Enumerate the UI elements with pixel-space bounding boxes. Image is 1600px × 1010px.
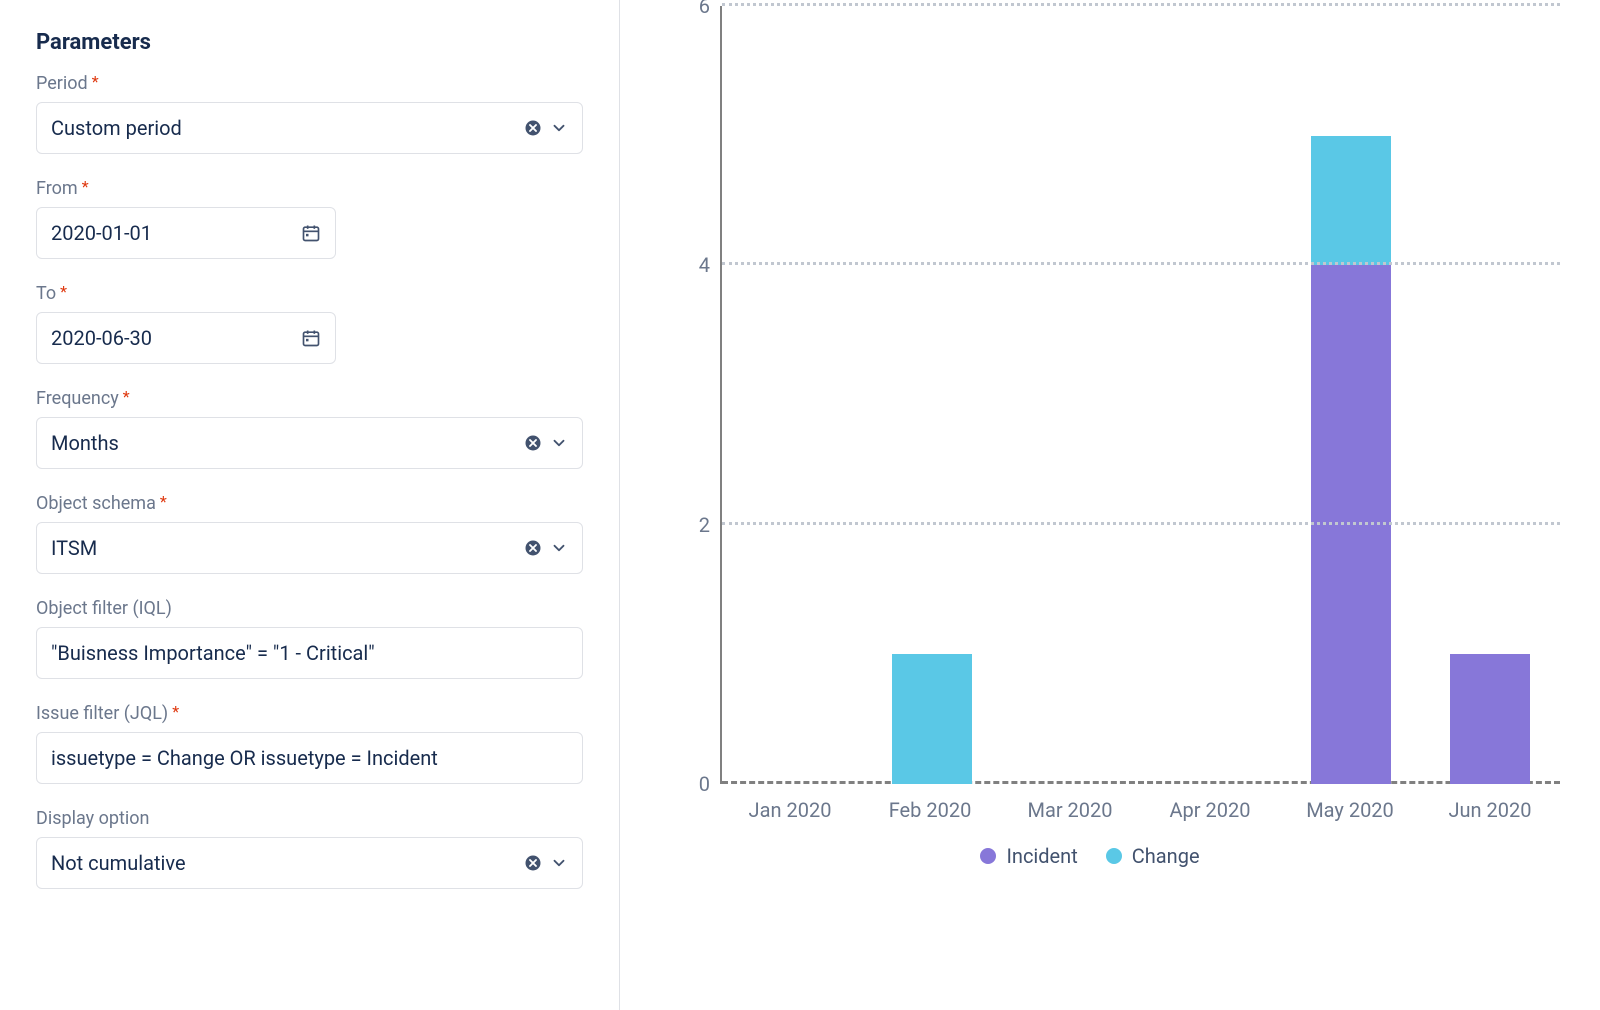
to-date-input[interactable]: 2020-06-30 (36, 312, 336, 364)
chart-gridline (722, 522, 1560, 525)
chart-y-tick-label: 4 (680, 253, 710, 277)
required-asterisk: * (60, 284, 67, 300)
object-schema-select[interactable]: ITSM (36, 522, 583, 574)
chart-bar-slot (722, 6, 862, 784)
clear-icon[interactable] (524, 434, 542, 452)
object-filter-value: "Buisness Importance" = "1 - Critical" (51, 641, 375, 665)
issue-filter-value: issuetype = Change OR issuetype = Incide… (51, 746, 438, 770)
chevron-down-icon[interactable] (550, 539, 568, 557)
chart-bars (722, 6, 1560, 784)
field-issue-filter-label-text: Issue filter (JQL) (36, 703, 168, 724)
field-display-option-label: Display option (36, 808, 583, 829)
chart-x-tick-label: Jan 2020 (749, 798, 832, 822)
chart-x-tick-label: Feb 2020 (889, 798, 972, 822)
field-display-option-label-text: Display option (36, 808, 149, 829)
chart-panel: 0 2 4 6 Jan 2020 Feb 2020 Mar 2020 Apr 2020 May… (620, 0, 1600, 1010)
chart-bar-slot (1281, 6, 1421, 784)
chart-y-tick-label: 6 (680, 0, 710, 18)
parameters-panel: Parameters Period * Custom period (0, 0, 620, 1010)
display-option-select[interactable]: Not cumulative (36, 837, 583, 889)
from-date-value: 2020-01-01 (51, 221, 152, 245)
legend-label: Change (1132, 844, 1200, 868)
field-frequency: Frequency * Months (36, 388, 583, 469)
field-issue-filter-label: Issue filter (JQL) * (36, 703, 583, 724)
chart-x-tick-label: May 2020 (1306, 798, 1394, 822)
field-period-label-text: Period (36, 73, 88, 94)
display-option-select-value: Not cumulative (51, 851, 186, 875)
chart-bar-segment-change[interactable] (1311, 136, 1391, 266)
object-schema-select-value: ITSM (51, 536, 97, 560)
field-to: To * 2020-06-30 (36, 283, 583, 364)
chart-wrap: 0 2 4 6 Jan 2020 Feb 2020 Mar 2020 Apr 2020 May… (620, 0, 1560, 970)
calendar-icon[interactable] (301, 223, 321, 243)
field-from-label: From * (36, 178, 583, 199)
field-object-filter-label-text: Object filter (IQL) (36, 598, 172, 619)
field-object-schema: Object schema * ITSM (36, 493, 583, 574)
chart-bar-slot (862, 6, 1002, 784)
to-date-value: 2020-06-30 (51, 326, 152, 350)
app-root: Parameters Period * Custom period (0, 0, 1600, 1010)
field-from-label-text: From (36, 178, 78, 199)
field-object-schema-label: Object schema * (36, 493, 583, 514)
field-object-schema-label-text: Object schema (36, 493, 156, 514)
field-object-filter-label: Object filter (IQL) (36, 598, 583, 619)
field-from: From * 2020-01-01 (36, 178, 583, 259)
chart-bar-stack[interactable] (892, 654, 972, 784)
field-display-option: Display option Not cumulative (36, 808, 583, 889)
chart-bar-slot (1001, 6, 1141, 784)
field-issue-filter: Issue filter (JQL) * issuetype = Change … (36, 703, 583, 784)
from-date-input[interactable]: 2020-01-01 (36, 207, 336, 259)
field-frequency-label: Frequency * (36, 388, 583, 409)
field-period-label: Period * (36, 73, 583, 94)
chart-bar-slot (1420, 6, 1560, 784)
chart-gridline (722, 262, 1560, 265)
required-asterisk: * (92, 74, 99, 90)
clear-icon[interactable] (524, 539, 542, 557)
parameters-title: Parameters (36, 30, 583, 55)
chart-legend: Incident Change (620, 844, 1560, 868)
chevron-down-icon[interactable] (550, 119, 568, 137)
chart-bar-stack[interactable] (1311, 136, 1391, 784)
frequency-select-value: Months (51, 431, 119, 455)
field-frequency-label-text: Frequency (36, 388, 119, 409)
chart-x-tick-label: Jun 2020 (1448, 798, 1531, 822)
calendar-icon[interactable] (301, 328, 321, 348)
field-to-label-text: To (36, 283, 56, 304)
legend-swatch (980, 848, 996, 864)
chart-plot-area (720, 6, 1560, 784)
field-period: Period * Custom period (36, 73, 583, 154)
chart-y-tick-label: 0 (680, 772, 710, 796)
frequency-select[interactable]: Months (36, 417, 583, 469)
field-to-label: To * (36, 283, 583, 304)
legend-label: Incident (1006, 844, 1077, 868)
clear-icon[interactable] (524, 854, 542, 872)
chart-bar-segment-incident[interactable] (1311, 265, 1391, 784)
period-select[interactable]: Custom period (36, 102, 583, 154)
object-filter-input[interactable]: "Buisness Importance" = "1 - Critical" (36, 627, 583, 679)
field-object-filter: Object filter (IQL) "Buisness Importance… (36, 598, 583, 679)
required-asterisk: * (160, 494, 167, 510)
chart-x-tick-label: Apr 2020 (1170, 798, 1251, 822)
chart-bar-segment-change[interactable] (892, 654, 972, 784)
required-asterisk: * (172, 704, 179, 720)
chart-bar-slot (1141, 6, 1281, 784)
legend-swatch (1106, 848, 1122, 864)
issue-filter-input[interactable]: issuetype = Change OR issuetype = Incide… (36, 732, 583, 784)
chart-x-tick-label: Mar 2020 (1027, 798, 1112, 822)
clear-icon[interactable] (524, 119, 542, 137)
required-asterisk: * (82, 179, 89, 195)
required-asterisk: * (123, 389, 130, 405)
chart-y-tick-label: 2 (680, 513, 710, 537)
legend-item-change[interactable]: Change (1106, 844, 1200, 868)
chart-bar-stack[interactable] (1450, 654, 1530, 784)
period-select-value: Custom period (51, 116, 182, 140)
chevron-down-icon[interactable] (550, 434, 568, 452)
chevron-down-icon[interactable] (550, 854, 568, 872)
chart-gridline (722, 3, 1560, 6)
legend-item-incident[interactable]: Incident (980, 844, 1077, 868)
chart-bar-segment-incident[interactable] (1450, 654, 1530, 784)
